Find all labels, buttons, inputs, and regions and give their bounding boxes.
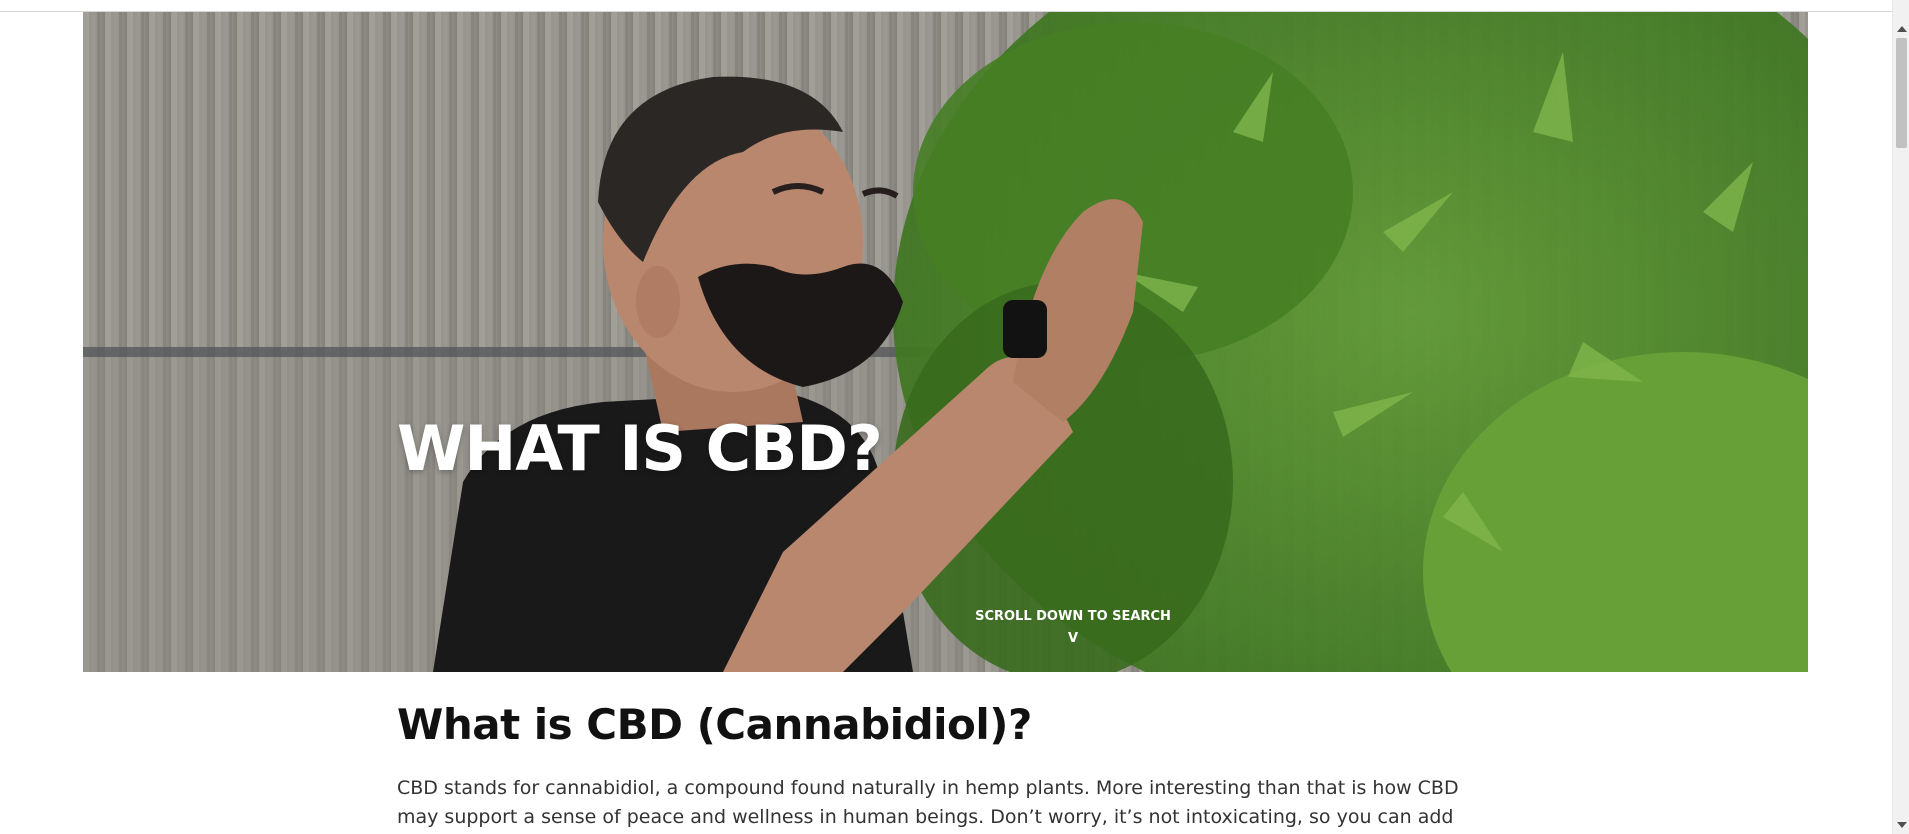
hero-banner: WHAT IS CBD? SCROLL DOWN TO SEARCH V	[83, 12, 1808, 672]
vertical-scrollbar[interactable]	[1892, 0, 1909, 834]
chevron-down-icon: V	[1067, 631, 1079, 646]
scroll-down-link[interactable]: SCROLL DOWN TO SEARCH V	[923, 606, 1223, 650]
scroll-down-arrow-icon[interactable]	[1897, 822, 1907, 828]
hero-photo	[83, 12, 1808, 672]
article-heading: What is CBD (Cannabidiol)?	[397, 700, 1032, 749]
hero-title: WHAT IS CBD?	[397, 412, 883, 485]
scroll-hint-label: SCROLL DOWN TO SEARCH	[975, 609, 1171, 624]
scrollbar-thumb[interactable]	[1896, 38, 1907, 148]
browser-top-border	[0, 0, 1892, 12]
scroll-up-arrow-icon[interactable]	[1897, 26, 1907, 32]
article-paragraph: CBD stands for cannabidiol, a compound f…	[397, 777, 1459, 828]
